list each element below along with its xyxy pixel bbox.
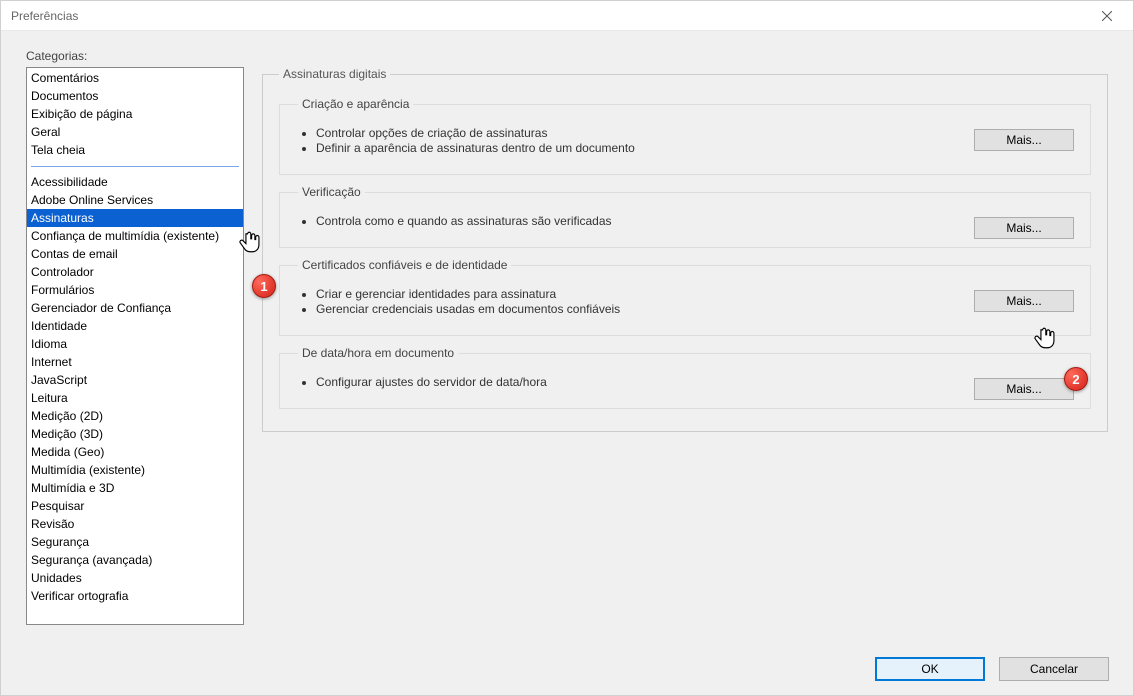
section-creation-title: Criação e aparência <box>298 97 413 111</box>
close-button[interactable] <box>1089 4 1125 28</box>
annotation-marker-2: 2 <box>1064 367 1088 391</box>
section-verification-bullets: Controla como e quando as assinaturas sã… <box>298 214 1074 228</box>
list-item[interactable]: Verificar ortografia <box>27 587 243 605</box>
list-item[interactable]: Acessibilidade <box>27 173 243 191</box>
bullet-text: Controla como e quando as assinaturas sã… <box>316 214 1074 228</box>
list-item[interactable]: Formulários <box>27 281 243 299</box>
list-item[interactable]: Multimídia (existente) <box>27 461 243 479</box>
section-certificates-title: Certificados confiáveis e de identidade <box>298 258 511 272</box>
section-verification: Verificação Controla como e quando as as… <box>279 185 1091 248</box>
bullet-text: Controlar opções de criação de assinatur… <box>316 126 1074 140</box>
more-button-creation[interactable]: Mais... <box>974 129 1074 151</box>
list-item[interactable]: Internet <box>27 353 243 371</box>
list-item[interactable]: Controlador <box>27 263 243 281</box>
cancel-button[interactable]: Cancelar <box>999 657 1109 681</box>
list-item[interactable]: JavaScript <box>27 371 243 389</box>
section-timestamp-bullets: Configurar ajustes do servidor de data/h… <box>298 375 1074 389</box>
list-item[interactable]: Confiança de multimídia (existente) <box>27 227 243 245</box>
list-item[interactable]: Pesquisar <box>27 497 243 515</box>
section-creation: Criação e aparência Controlar opções de … <box>279 97 1091 175</box>
list-item[interactable]: Medição (3D) <box>27 425 243 443</box>
list-item-assinaturas[interactable]: Assinaturas <box>27 209 243 227</box>
section-timestamp-title: De data/hora em documento <box>298 346 458 360</box>
bullet-text: Gerenciar credenciais usadas em document… <box>316 302 1074 316</box>
list-separator <box>31 166 239 167</box>
list-item[interactable]: Geral <box>27 123 243 141</box>
window-title: Preferências <box>11 9 78 23</box>
list-item[interactable]: Tela cheia <box>27 141 243 159</box>
list-item[interactable]: Documentos <box>27 87 243 105</box>
list-item[interactable]: Adobe Online Services <box>27 191 243 209</box>
section-creation-bullets: Controlar opções de criação de assinatur… <box>298 126 1074 155</box>
list-item[interactable]: Unidades <box>27 569 243 587</box>
bullet-text: Definir a aparência de assinaturas dentr… <box>316 141 1074 155</box>
list-item[interactable]: Exibição de página <box>27 105 243 123</box>
list-item[interactable]: Contas de email <box>27 245 243 263</box>
list-item[interactable]: Gerenciador de Confiança <box>27 299 243 317</box>
more-button-certificates[interactable]: Mais... <box>974 290 1074 312</box>
preferences-window: Preferências Categorias: Comentários Doc… <box>0 0 1134 696</box>
section-verification-title: Verificação <box>298 185 365 199</box>
signatures-group-title: Assinaturas digitais <box>279 67 390 81</box>
dialog-footer: OK Cancelar <box>875 657 1109 681</box>
section-certificates: Certificados confiáveis e de identidade … <box>279 258 1091 336</box>
section-certificates-bullets: Criar e gerenciar identidades para assin… <box>298 287 1074 316</box>
section-timestamp: De data/hora em documento Configurar aju… <box>279 346 1091 409</box>
list-item[interactable]: Idioma <box>27 335 243 353</box>
list-item[interactable]: Segurança <box>27 533 243 551</box>
signatures-group: Assinaturas digitais Criação e aparência… <box>262 67 1108 432</box>
more-button-verification[interactable]: Mais... <box>974 217 1074 239</box>
bullet-text: Configurar ajustes do servidor de data/h… <box>316 375 1074 389</box>
bullet-text: Criar e gerenciar identidades para assin… <box>316 287 1074 301</box>
title-bar: Preferências <box>1 1 1133 31</box>
list-item[interactable]: Revisão <box>27 515 243 533</box>
annotation-marker-1: 1 <box>252 274 276 298</box>
list-item[interactable]: Comentários <box>27 69 243 87</box>
categories-label: Categorias: <box>26 49 1108 63</box>
close-icon <box>1102 11 1112 21</box>
list-item[interactable]: Leitura <box>27 389 243 407</box>
content-area: Categorias: Comentários Documentos Exibi… <box>26 49 1108 639</box>
categories-listbox[interactable]: Comentários Documentos Exibição de págin… <box>26 67 244 625</box>
list-item[interactable]: Medida (Geo) <box>27 443 243 461</box>
list-item[interactable]: Segurança (avançada) <box>27 551 243 569</box>
list-item[interactable]: Identidade <box>27 317 243 335</box>
list-item[interactable]: Medição (2D) <box>27 407 243 425</box>
more-button-timestamp[interactable]: Mais... <box>974 378 1074 400</box>
ok-button[interactable]: OK <box>875 657 985 681</box>
list-item[interactable]: Multimídia e 3D <box>27 479 243 497</box>
